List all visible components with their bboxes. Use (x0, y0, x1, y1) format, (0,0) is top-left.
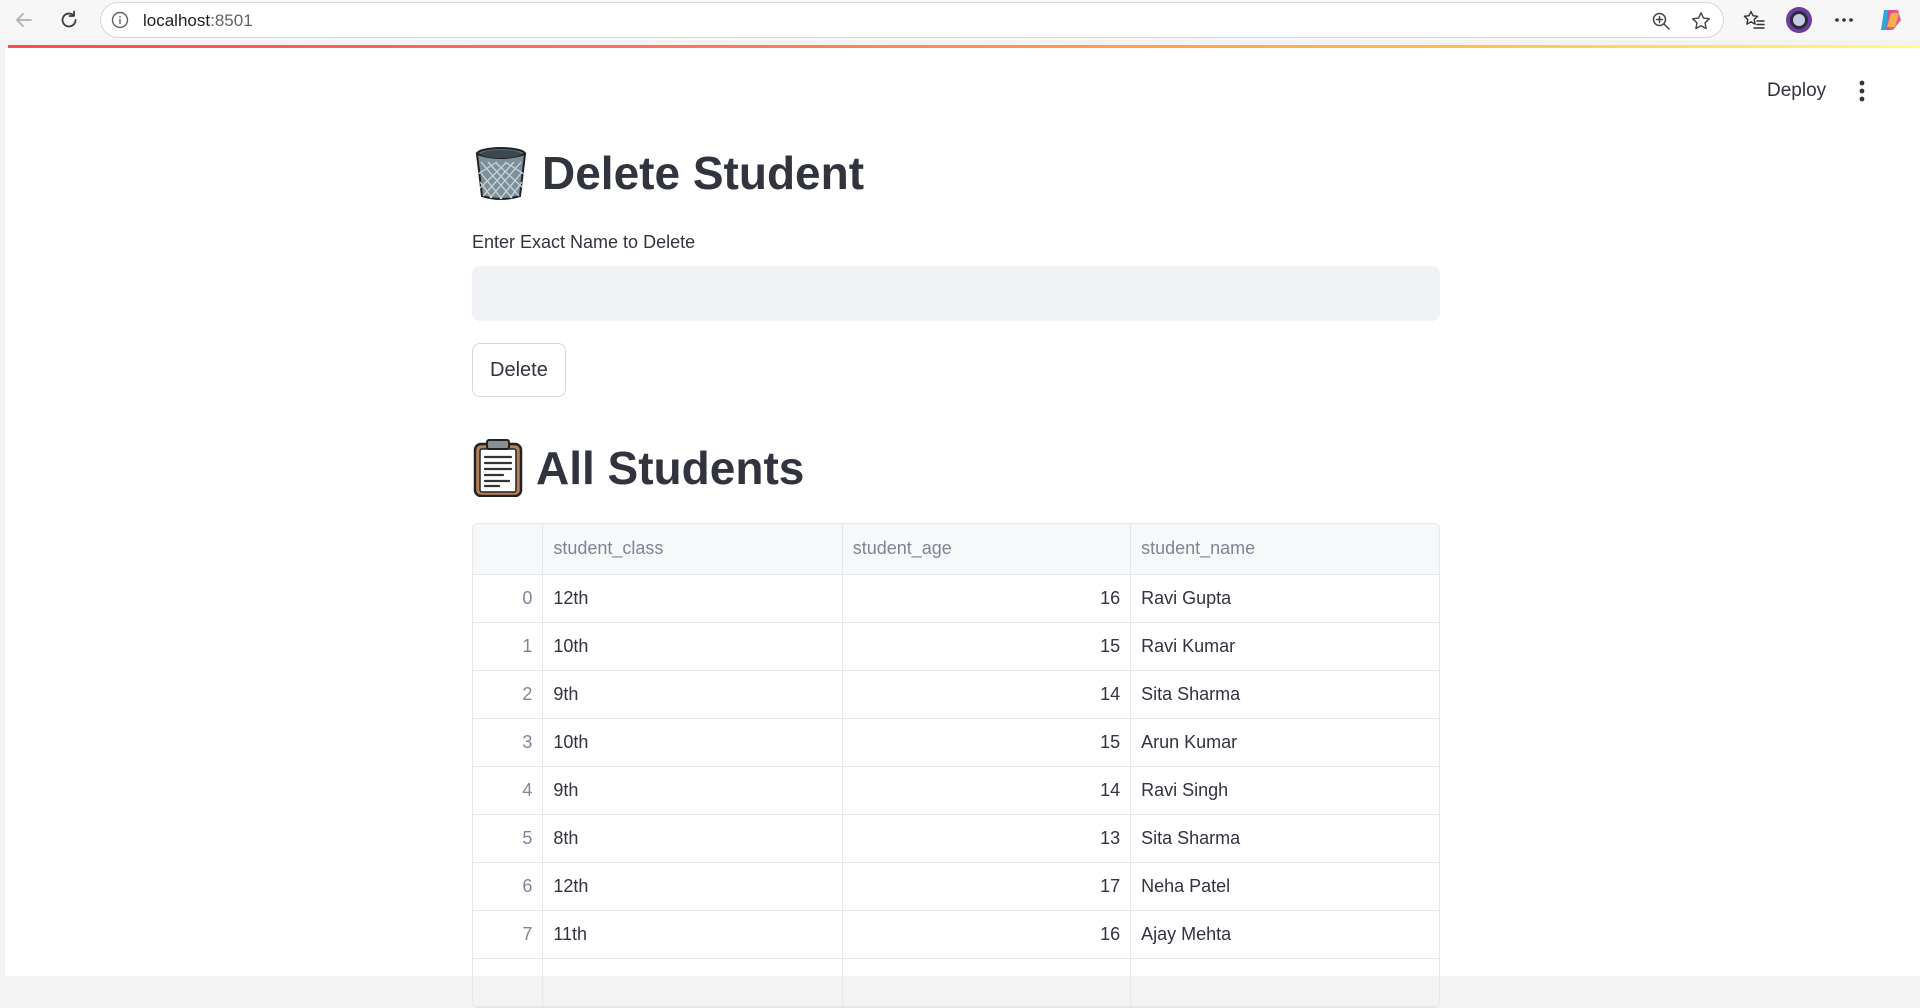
table-row: 3 10th 15 Arun Kumar (473, 717, 1439, 767)
cell-student-name[interactable]: Arun Kumar (1130, 717, 1439, 767)
cell-student-name[interactable]: Ravi Singh (1130, 765, 1439, 815)
cell-student-age[interactable]: 15 (841, 621, 1132, 671)
app-container: Deploy Delete Student Enter Exact Name t… (5, 48, 1920, 1008)
cell-student-name[interactable]: Sita Sharma (1130, 669, 1439, 719)
cell-student-class[interactable]: 8th (542, 813, 843, 863)
table-row: 1 10th 15 Ravi Kumar (473, 621, 1439, 671)
row-index: 2 (473, 669, 544, 719)
students-table[interactable]: student_class student_age student_name 0… (472, 523, 1440, 1008)
url-text: localhost:8501 (143, 11, 253, 31)
cell-student-name[interactable]: Ravi Kumar (1130, 621, 1439, 671)
row-index: 7 (473, 909, 544, 959)
wastebasket-icon (472, 144, 530, 202)
table-row: 5 8th 13 Sita Sharma (473, 813, 1439, 863)
kebab-menu-icon[interactable] (1850, 78, 1874, 104)
column-header-student-age[interactable]: student_age (841, 524, 1132, 575)
name-input[interactable] (472, 266, 1440, 321)
deploy-button[interactable]: Deploy (1755, 76, 1838, 106)
table-row-partial (473, 957, 1439, 1007)
index-header (473, 524, 544, 575)
cell-student-name[interactable]: Sita Sharma (1130, 813, 1439, 863)
cell-student-class[interactable]: 9th (542, 669, 843, 719)
row-index: 0 (473, 573, 544, 623)
reload-icon[interactable] (53, 4, 85, 36)
row-index: 5 (473, 813, 544, 863)
favorites-icon[interactable] (1740, 6, 1768, 34)
url-host: localhost (143, 11, 211, 30)
back-arrow-icon[interactable] (8, 4, 40, 36)
table-row: 6 12th 17 Neha Patel (473, 861, 1439, 911)
cell-student-class[interactable]: 10th (542, 621, 843, 671)
students-heading-block: All Students (472, 439, 1440, 498)
cell-student-age[interactable]: 17 (841, 861, 1132, 911)
cell-student-age[interactable]: 14 (841, 669, 1132, 719)
cell-student-class[interactable]: 11th (542, 909, 843, 959)
copilot-icon[interactable] (1877, 6, 1905, 34)
name-input-label: Enter Exact Name to Delete (472, 232, 696, 252)
cell-student-age[interactable]: 16 (841, 573, 1132, 623)
row-index: 3 (473, 717, 544, 767)
table-row: 4 9th 14 Ravi Singh (473, 765, 1439, 815)
cell-student-name[interactable]: Neha Patel (1130, 861, 1439, 911)
row-index: 1 (473, 621, 544, 671)
cell-student-name[interactable]: Ajay Mehta (1130, 909, 1439, 959)
row-index: 6 (473, 861, 544, 911)
table-row: 7 11th 16 Ajay Mehta (473, 909, 1439, 959)
column-header-student-name[interactable]: student_name (1130, 524, 1439, 575)
cell-student-class[interactable]: 10th (542, 717, 843, 767)
row-index: 4 (473, 765, 544, 815)
cell-student-age[interactable]: 14 (841, 765, 1132, 815)
cell-student-class[interactable]: 9th (542, 765, 843, 815)
zoom-icon[interactable] (1651, 11, 1671, 31)
profile-icon[interactable] (1785, 6, 1813, 34)
site-info-icon[interactable] (111, 11, 129, 29)
address-bar[interactable]: localhost:8501 (100, 2, 1724, 38)
cell-student-age[interactable]: 15 (841, 717, 1132, 767)
browser-toolbar: localhost:8501 (0, 0, 1920, 40)
table-header-row: student_class student_age student_name (473, 524, 1439, 575)
cell-student-age[interactable]: 16 (841, 909, 1132, 959)
cell-student-class[interactable]: 12th (542, 861, 843, 911)
cell-student-name[interactable]: Ravi Gupta (1130, 573, 1439, 623)
section-title-text: All Students (536, 442, 805, 494)
more-icon[interactable] (1830, 6, 1858, 34)
cell-student-age[interactable]: 13 (841, 813, 1132, 863)
table-row: 2 9th 14 Sita Sharma (473, 669, 1439, 719)
table-row: 0 12th 16 Ravi Gupta (473, 573, 1439, 623)
page-title: Delete Student (472, 144, 1440, 202)
cell-student-class[interactable]: 12th (542, 573, 843, 623)
delete-heading-block: Delete Student (472, 144, 1440, 202)
star-icon[interactable] (1691, 11, 1711, 31)
url-port: :8501 (210, 11, 253, 30)
title-text: Delete Student (542, 147, 865, 199)
clipboard-icon (472, 439, 524, 498)
section-title: All Students (472, 439, 1440, 498)
column-header-student-class[interactable]: student_class (542, 524, 843, 575)
delete-button[interactable]: Delete (472, 343, 566, 397)
